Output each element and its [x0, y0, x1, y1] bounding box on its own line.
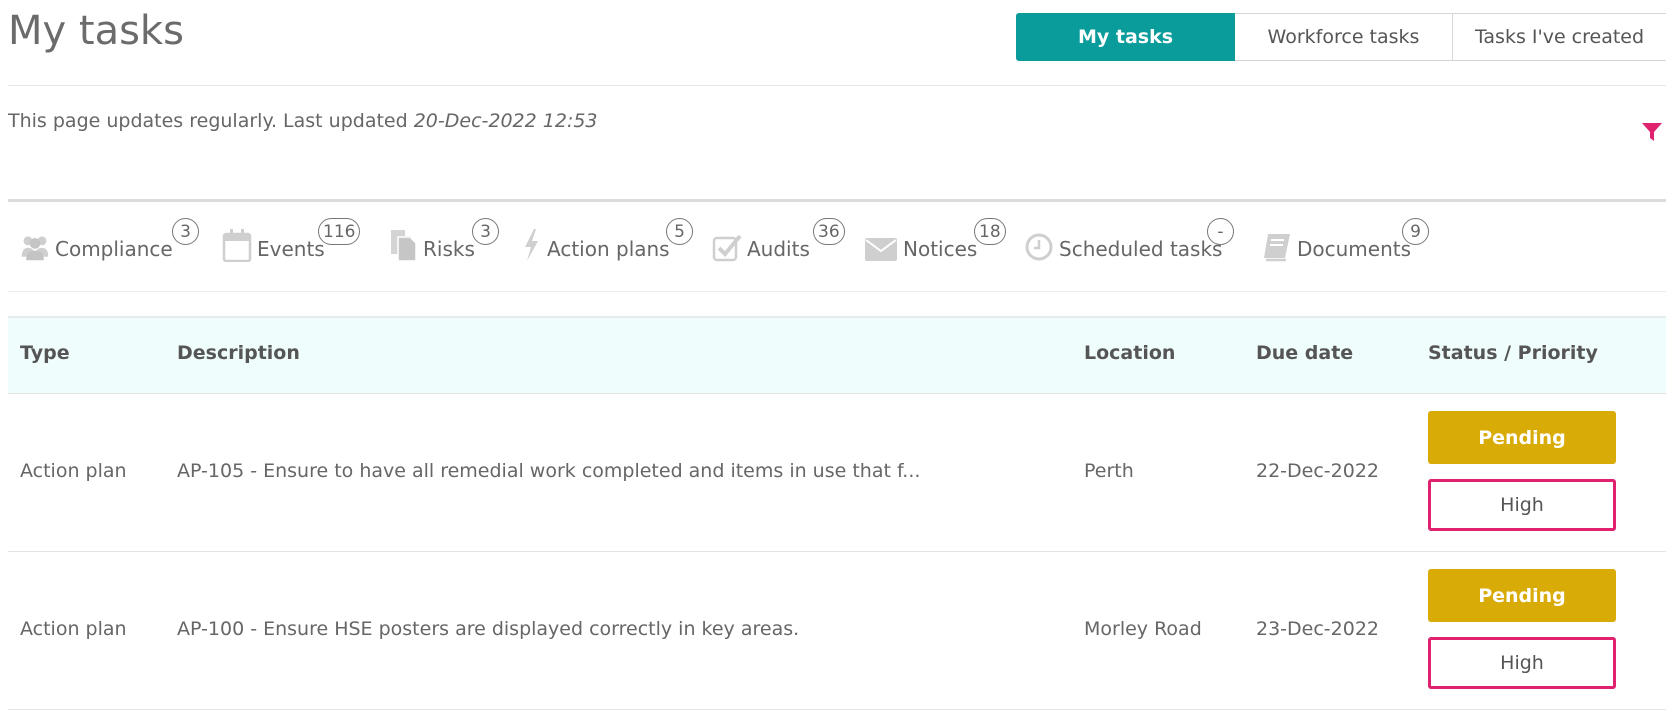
filter-icon[interactable] [1640, 120, 1664, 144]
count-badge: 18 [974, 218, 1006, 245]
people-icon [20, 228, 50, 262]
category-bar: Compliance 3 Events 116 Risks 3 Action p… [8, 208, 1666, 288]
category-label: Documents [1297, 237, 1412, 261]
task-view-tabs: My tasks Workforce tasks Tasks I've crea… [1016, 13, 1666, 61]
category-compliance[interactable]: Compliance 3 [20, 218, 199, 262]
divider [8, 291, 1666, 292]
tab-tasks-ive-created[interactable]: Tasks I've created [1453, 13, 1666, 61]
page-title: My tasks [8, 8, 184, 54]
task-type: Action plan [20, 618, 127, 640]
column-header-location[interactable]: Location [1084, 342, 1175, 364]
table-row[interactable]: Action plan AP-100 - Ensure HSE posters … [8, 552, 1666, 710]
tab-workforce-tasks[interactable]: Workforce tasks [1235, 13, 1453, 61]
count-badge: 116 [318, 218, 361, 245]
column-header-due-date[interactable]: Due date [1256, 342, 1353, 364]
count-badge: 9 [1402, 218, 1429, 245]
divider [8, 85, 1666, 86]
updated-prefix: This page updates regularly. Last update… [8, 110, 414, 132]
priority-badge: High [1428, 637, 1616, 689]
last-updated-text: This page updates regularly. Last update… [8, 110, 598, 132]
status-badge: Pending [1428, 569, 1616, 622]
category-label: Compliance [55, 237, 173, 261]
task-due-date: 23-Dec-2022 [1256, 618, 1380, 640]
count-badge: - [1207, 218, 1234, 245]
count-badge: 36 [813, 218, 845, 245]
category-notices[interactable]: Notices 18 [864, 218, 1006, 262]
count-badge: 5 [666, 218, 693, 245]
clock-icon [1024, 228, 1054, 262]
column-header-description[interactable]: Description [177, 342, 300, 364]
envelope-icon [864, 228, 898, 262]
category-label: Notices [903, 237, 978, 261]
lightning-icon [520, 228, 542, 262]
priority-badge: High [1428, 479, 1616, 531]
calendar-icon [222, 228, 252, 262]
category-documents[interactable]: Documents 9 [1262, 218, 1429, 262]
category-label: Action plans [547, 237, 670, 261]
category-label: Scheduled tasks [1059, 237, 1223, 261]
count-badge: 3 [172, 218, 199, 245]
documents-icon [388, 228, 418, 262]
task-description[interactable]: AP-100 - Ensure HSE posters are displaye… [177, 618, 799, 640]
tasks-table: Type Description Location Due date Statu… [8, 316, 1666, 710]
divider [8, 199, 1666, 202]
updated-time: 20-Dec-2022 12:53 [413, 110, 598, 132]
category-action-plans[interactable]: Action plans 5 [520, 218, 693, 262]
table-header: Type Description Location Due date Statu… [8, 316, 1666, 394]
category-label: Events [257, 237, 325, 261]
checkbox-icon [712, 228, 742, 262]
category-label: Audits [747, 237, 810, 261]
count-badge: 3 [472, 218, 499, 245]
task-due-date: 22-Dec-2022 [1256, 460, 1380, 482]
task-location: Perth [1084, 460, 1134, 482]
category-events[interactable]: Events 116 [222, 218, 361, 262]
category-label: Risks [423, 237, 475, 261]
category-risks[interactable]: Risks 3 [388, 218, 499, 262]
task-type: Action plan [20, 460, 127, 482]
status-badge: Pending [1428, 411, 1616, 464]
column-header-type[interactable]: Type [20, 342, 70, 364]
task-description[interactable]: AP-105 - Ensure to have all remedial wor… [177, 460, 920, 482]
column-header-status-priority[interactable]: Status / Priority [1428, 342, 1598, 364]
category-audits[interactable]: Audits 36 [712, 218, 845, 262]
task-location: Morley Road [1084, 618, 1202, 640]
book-icon [1262, 228, 1292, 262]
category-scheduled-tasks[interactable]: Scheduled tasks - [1024, 218, 1234, 262]
table-row[interactable]: Action plan AP-105 - Ensure to have all … [8, 394, 1666, 552]
tab-my-tasks[interactable]: My tasks [1016, 13, 1235, 61]
